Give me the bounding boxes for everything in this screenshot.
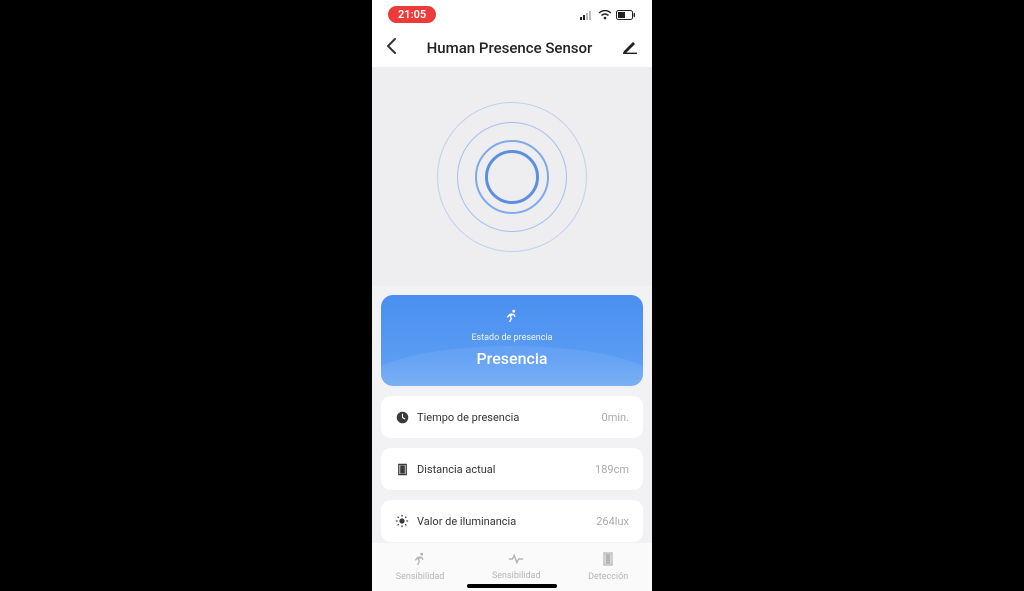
phone-screen: 21:05 Human Presence Sensor [372,0,652,591]
presence-state-value: Presencia [381,349,643,368]
status-bar: 21:05 [372,0,652,28]
nav-bar: Human Presence Sensor [372,28,652,68]
door-icon [395,462,409,476]
home-indicator[interactable] [467,584,557,588]
metric-label: Valor de iluminancia [417,515,516,528]
wifi-icon [598,5,612,24]
battery-icon [616,5,636,24]
metric-card-time[interactable]: Tiempo de presencia 0min. [381,396,643,438]
radar-rings [432,97,592,257]
edit-button[interactable] [622,38,638,58]
recording-time-pill: 21:05 [388,6,436,23]
status-right [580,5,636,24]
metric-label: Tiempo de presencia [417,411,519,424]
tab-label: Sensibilidad [396,572,445,582]
running-person-icon [413,552,427,570]
page-title: Human Presence Sensor [427,39,593,57]
tab-label: Sensibilidad [492,571,541,581]
door-icon [602,552,614,570]
running-person-icon [381,309,643,327]
tab-label: Detección [588,572,628,582]
metric-value: 0min. [602,411,629,424]
sun-icon [395,514,409,528]
back-button[interactable] [386,36,397,60]
content-area: Estado de presencia Presencia Tiempo de … [372,286,652,551]
radar-visualization [372,68,652,286]
presence-status-card: Estado de presencia Presencia [381,295,643,386]
metric-value: 264lux [596,515,629,528]
metric-card-illuminance[interactable]: Valor de iluminancia 264lux [381,500,643,542]
clock-icon [395,410,409,424]
tab-sensitivity-motion[interactable]: Sensibilidad [396,552,445,582]
tab-detection[interactable]: Detección [588,552,628,582]
metric-value: 189cm [595,463,629,476]
pulse-icon [508,553,524,569]
metric-label: Distancia actual [417,463,495,476]
tab-sensitivity-pulse[interactable]: Sensibilidad [492,553,541,581]
cellular-signal-icon [580,5,594,24]
presence-state-label: Estado de presencia [381,333,643,343]
metric-card-distance[interactable]: Distancia actual 189cm [381,448,643,490]
